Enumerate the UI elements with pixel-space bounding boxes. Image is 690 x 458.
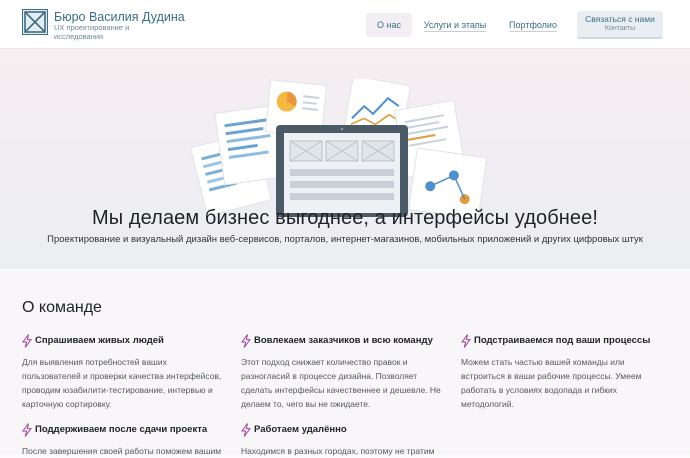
contact-button-label: Связаться с нами xyxy=(585,14,655,24)
feature-text: Для выявления потребностей ваших пользов… xyxy=(22,357,222,409)
lightning-bolt-icon xyxy=(241,334,251,348)
hero-section: Мы делаем бизнес выгоднее, а интерфейсы … xyxy=(0,49,690,269)
feature-adapt-processes: Подстраиваемся под ваши процессы Можем с… xyxy=(461,334,661,411)
nav-portfolio[interactable]: Портфолио xyxy=(503,13,563,37)
feature-title: Спрашиваем живых людей xyxy=(35,335,164,346)
lightning-bolt-icon xyxy=(22,423,32,437)
nav-services-label: Услуги и этапы xyxy=(423,20,487,32)
lightning-bolt-icon xyxy=(241,423,251,437)
feature-text: После завершения своей работы поможем ва… xyxy=(22,446,222,456)
laptop-documents-illustration xyxy=(190,79,488,219)
contact-button-sublabel: Контакты xyxy=(604,25,636,32)
section-title: О команде xyxy=(22,299,102,316)
nav-services[interactable]: Услуги и этапы xyxy=(419,13,491,37)
site-header: Бюро Василия Дудина UX проектирование и … xyxy=(0,0,690,49)
hero-title: Мы делаем бизнес выгоднее, а интерфейсы … xyxy=(91,207,599,229)
contact-button[interactable]: Связаться с нами Контакты xyxy=(577,11,663,39)
feature-text: Находимся в разных городах, поэтому не т… xyxy=(241,446,435,456)
feature-involve-clients: Вовлекаем заказчиков и всю команду Этот … xyxy=(241,334,441,411)
hero-subtitle: Проектирование и визуальный дизайн веб-с… xyxy=(47,234,643,245)
feature-title: Работаем удалённо xyxy=(254,424,347,435)
feature-text: Этот подход снижает количество правок и … xyxy=(241,357,441,409)
feature-title: Подстраиваемся под ваши процессы xyxy=(474,335,651,346)
lightning-bolt-icon xyxy=(22,334,32,348)
feature-post-support: Поддерживаем после сдачи проекта После з… xyxy=(22,423,222,458)
lightning-bolt-icon xyxy=(461,334,471,348)
feature-ask-people: Спрашиваем живых людей Для выявления пот… xyxy=(22,334,222,411)
brand-tagline: UX проектирование и исследования xyxy=(54,23,130,41)
feature-title: Поддерживаем после сдачи проекта xyxy=(35,424,208,435)
feature-title: Вовлекаем заказчиков и всю команду xyxy=(254,335,433,346)
feature-remote-work: Работаем удалённо Находимся в разных гор… xyxy=(241,423,441,458)
nav-about[interactable]: О нас xyxy=(366,13,412,37)
feature-text: Можем стать частью вашей команды или вст… xyxy=(461,357,642,409)
brand-name[interactable]: Бюро Василия Дудина xyxy=(54,10,185,24)
nav-about-label: О нас xyxy=(377,20,401,30)
nav-portfolio-label: Портфолио xyxy=(509,20,557,32)
about-section: О команде Спрашиваем живых людей Для выя… xyxy=(0,270,690,458)
logo-mark-icon[interactable] xyxy=(22,9,48,35)
